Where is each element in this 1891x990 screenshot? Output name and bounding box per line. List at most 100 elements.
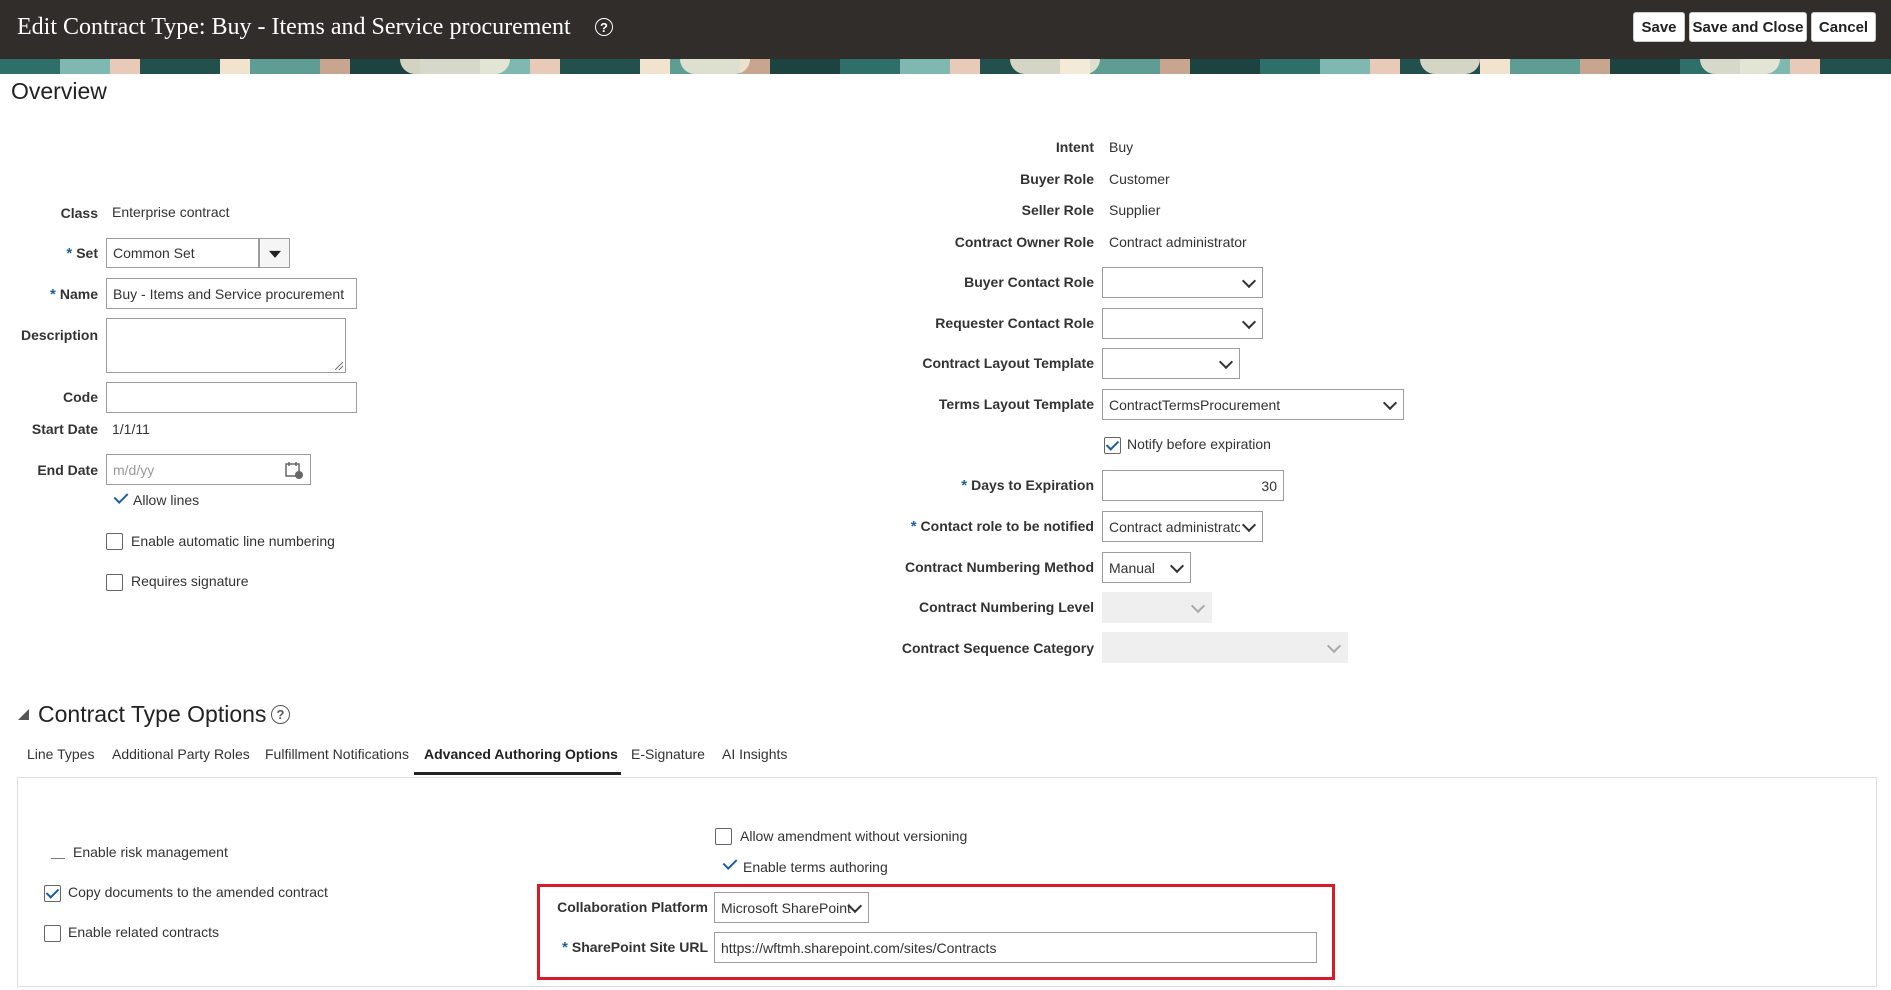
notify-expiration-label: Notify before expiration xyxy=(1127,436,1271,452)
set-dropdown-button[interactable] xyxy=(259,238,290,268)
enable-auto-numbering-label: Enable automatic line numbering xyxy=(131,533,335,549)
chevron-down-icon xyxy=(1169,558,1185,573)
terms-template-value: ContractTermsProcurement xyxy=(1109,396,1281,413)
seller-role-label: Seller Role xyxy=(1021,202,1094,218)
overview-title: Overview xyxy=(11,78,107,104)
sharepoint-url-value: https://wftmh.sharepoint.com/sites/Contr… xyxy=(721,939,997,956)
name-input[interactable]: Buy - Items and Service procurement xyxy=(106,278,357,309)
numbering-method-value: Manual xyxy=(1109,559,1155,576)
chevron-down-icon xyxy=(1190,598,1206,613)
chevron-down-icon xyxy=(1326,638,1342,653)
chevron-down-icon xyxy=(1241,517,1257,532)
name-label-text: Name xyxy=(59,286,98,302)
seller-role-value: Supplier xyxy=(1109,202,1161,218)
description-textarea[interactable] xyxy=(106,318,346,373)
end-date-label: End Date xyxy=(37,462,98,478)
set-label: * Set xyxy=(66,245,98,262)
enable-risk-label: Enable risk management xyxy=(73,844,228,860)
save-button[interactable]: Save xyxy=(1633,12,1685,42)
page-title: Edit Contract Type: Buy - Items and Serv… xyxy=(17,14,571,40)
save-and-close-button[interactable]: Save and Close xyxy=(1689,12,1807,42)
sequence-category-select xyxy=(1102,632,1348,663)
decorative-banner xyxy=(0,59,1891,74)
buyer-role-label: Buyer Role xyxy=(1020,171,1094,187)
class-label: Class xyxy=(60,205,98,221)
contact-notified-select[interactable]: Contract administrator xyxy=(1102,511,1263,542)
active-tab-indicator xyxy=(414,772,621,775)
sharepoint-url-label: * SharePoint Site URL xyxy=(562,939,708,956)
set-label-text: Set xyxy=(76,245,98,261)
triangle-down-icon xyxy=(268,250,281,258)
intent-value: Buy xyxy=(1109,139,1134,155)
layout-template-select[interactable] xyxy=(1102,348,1240,379)
days-expiration-label: * Days to Expiration xyxy=(961,477,1094,494)
contract-type-options-title: Contract Type Options xyxy=(38,701,267,727)
contact-notified-label-text: Contact role to be notified xyxy=(920,518,1094,534)
sharepoint-url-label-text: SharePoint Site URL xyxy=(571,939,708,955)
terms-template-select[interactable]: ContractTermsProcurement xyxy=(1102,389,1404,420)
buyer-contact-label: Buyer Contact Role xyxy=(964,274,1094,290)
terms-template-label: Terms Layout Template xyxy=(938,396,1094,412)
numbering-method-label: Contract Numbering Method xyxy=(905,559,1094,575)
calendar-icon[interactable] xyxy=(284,460,304,480)
owner-role-label: Contract Owner Role xyxy=(954,234,1094,250)
owner-role-value: Contract administrator xyxy=(1109,234,1247,250)
name-input-text: Buy - Items and Service procurement xyxy=(113,285,345,302)
copy-documents-checkbox[interactable] xyxy=(44,885,61,902)
set-input-text: Common Set xyxy=(113,245,195,261)
tab-advanced-authoring-options[interactable]: Advanced Authoring Options xyxy=(424,746,618,762)
sequence-category-label: Contract Sequence Category xyxy=(901,640,1094,656)
collab-platform-select[interactable]: Microsoft SharePoint xyxy=(714,892,869,923)
allow-lines-check-icon xyxy=(113,489,129,504)
allow-lines-label: Allow lines xyxy=(133,492,200,508)
requester-contact-select[interactable] xyxy=(1102,308,1263,339)
numbering-level-select xyxy=(1102,592,1212,623)
enable-terms-label: Enable terms authoring xyxy=(743,859,888,875)
name-label: * Name xyxy=(50,286,98,303)
resize-grip-icon[interactable] xyxy=(335,362,343,370)
requester-contact-label: Requester Contact Role xyxy=(935,315,1094,331)
contact-notified-value: Contract administrator xyxy=(1109,518,1240,535)
chevron-down-icon xyxy=(1382,395,1398,410)
tab-line-types[interactable]: Line Types xyxy=(27,746,94,762)
enable-related-label: Enable related contracts xyxy=(68,924,219,940)
start-date-label: Start Date xyxy=(31,421,98,437)
tab-e-signature[interactable]: E-Signature xyxy=(631,746,705,762)
tab-fulfillment-notifications[interactable]: Fulfillment Notifications xyxy=(265,746,409,762)
tab-additional-party-roles[interactable]: Additional Party Roles xyxy=(112,746,250,762)
buyer-role-value: Customer xyxy=(1109,171,1170,187)
numbering-method-select[interactable]: Manual xyxy=(1102,552,1191,583)
requires-signature-checkbox[interactable] xyxy=(106,574,123,591)
sharepoint-url-input[interactable]: https://wftmh.sharepoint.com/sites/Contr… xyxy=(714,932,1317,963)
enable-auto-numbering-checkbox[interactable] xyxy=(106,533,123,550)
end-date-placeholder: m/d/yy xyxy=(113,461,155,478)
days-expiration-input[interactable]: 30 xyxy=(1102,470,1284,501)
tab-ai-insights[interactable]: AI Insights xyxy=(722,746,787,762)
help-icon[interactable]: ? xyxy=(595,18,613,36)
requires-signature-label: Requires signature xyxy=(131,573,249,589)
contact-notified-label: * Contact role to be notified xyxy=(910,518,1094,535)
intent-label: Intent xyxy=(1055,139,1094,155)
buyer-contact-select[interactable] xyxy=(1102,267,1263,298)
copy-documents-label: Copy documents to the amended contract xyxy=(68,884,328,900)
allow-amendment-label: Allow amendment without versioning xyxy=(740,828,968,844)
end-date-input[interactable]: m/d/yy xyxy=(106,454,311,485)
allow-amendment-checkbox[interactable] xyxy=(715,828,732,845)
code-input[interactable] xyxy=(106,382,357,413)
chevron-down-icon xyxy=(1241,314,1257,329)
class-value: Enterprise contract xyxy=(112,204,230,220)
notify-expiration-checkbox[interactable] xyxy=(1104,437,1121,454)
start-date-value: 1/1/11 xyxy=(112,421,150,437)
chevron-down-icon xyxy=(1241,273,1257,288)
days-expiration-value: 30 xyxy=(1261,477,1277,494)
collapse-triangle-icon[interactable] xyxy=(18,709,29,720)
dash-icon xyxy=(51,858,65,859)
description-label: Description xyxy=(20,327,98,343)
set-input[interactable]: Common Set xyxy=(106,238,259,268)
collab-platform-value: Microsoft SharePoint xyxy=(721,899,851,916)
cancel-button[interactable]: Cancel xyxy=(1811,12,1876,42)
layout-template-label: Contract Layout Template xyxy=(922,355,1094,371)
days-expiration-label-text: Days to Expiration xyxy=(971,477,1094,493)
help-icon[interactable]: ? xyxy=(271,705,290,724)
enable-related-checkbox[interactable] xyxy=(44,925,61,942)
